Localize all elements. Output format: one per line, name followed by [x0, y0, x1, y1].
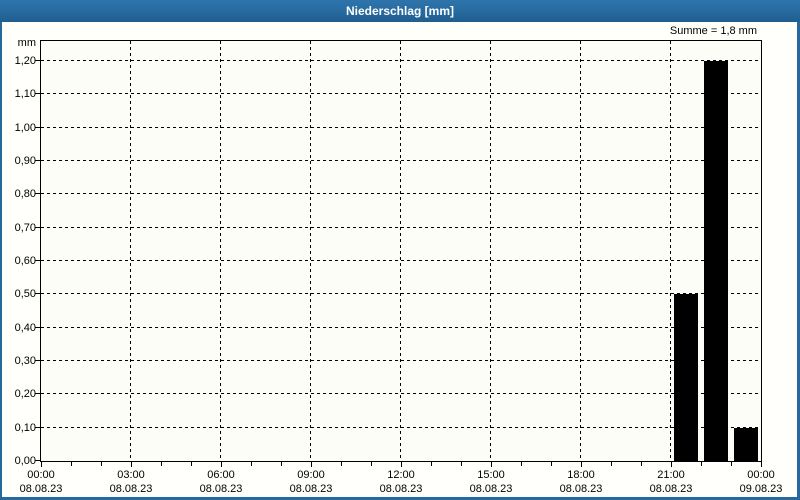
app-window: Niederschlag [mm] Summe = 1,8 mm mm 0,00… [0, 0, 800, 500]
x-tick-time-label: 00:00 [747, 469, 775, 481]
x-axis-tick [311, 462, 312, 467]
window-titlebar: Niederschlag [mm] [0, 0, 800, 22]
x-axis-tick [161, 462, 162, 466]
y-tick-label: 1,10 [14, 88, 36, 100]
y-tick-label: 1,00 [14, 122, 36, 134]
y-gridline [41, 60, 761, 61]
y-gridline [41, 193, 761, 194]
plot-area [40, 40, 762, 462]
x-tick-date-label: 08.08.23 [19, 483, 63, 495]
x-axis-tick [461, 462, 462, 466]
x-axis-tick [41, 462, 42, 467]
x-axis-tick [611, 462, 612, 466]
x-axis-tick [641, 462, 642, 466]
x-axis-tick [491, 462, 492, 467]
y-gridline [41, 93, 761, 94]
y-tick-label: 0,20 [14, 388, 36, 400]
x-axis-tick [101, 462, 102, 466]
x-tick-date-label: 08.08.23 [469, 483, 513, 495]
x-gridline [220, 41, 221, 461]
x-axis-tick [251, 462, 252, 466]
x-gridline [400, 41, 401, 461]
x-axis-tick [761, 462, 762, 467]
x-axis-tick [401, 462, 402, 467]
window-title: Niederschlag [mm] [345, 4, 455, 18]
x-axis-tick [131, 462, 132, 467]
x-axis-tick [551, 462, 552, 466]
x-tick-time-label: 09:00 [297, 469, 325, 481]
x-tick-date-label: 08.08.23 [559, 483, 603, 495]
x-tick-time-label: 21:00 [657, 469, 685, 481]
x-axis-tick [431, 462, 432, 466]
x-axis-tick [671, 462, 672, 467]
y-gridline [41, 227, 761, 228]
y-tick-label: 0,00 [14, 455, 36, 467]
x-tick-time-label: 03:00 [117, 469, 145, 481]
x-axis-tick [191, 462, 192, 466]
y-gridline [41, 127, 761, 128]
x-gridline [310, 41, 311, 461]
x-axis-tick [701, 462, 702, 466]
x-tick-date-label: 08.08.23 [109, 483, 153, 495]
window-border-left [0, 22, 2, 500]
y-tick-label: 0,50 [14, 288, 36, 300]
y-tick-label: 0,10 [14, 422, 36, 434]
x-tick-time-label: 00:00 [27, 469, 55, 481]
x-axis-tick [221, 462, 222, 467]
precip-bar [704, 61, 728, 461]
x-axis-tick [71, 462, 72, 466]
y-axis-unit-label: mm [17, 37, 36, 49]
y-gridline [41, 360, 761, 361]
x-tick-date-label: 08.08.23 [199, 483, 243, 495]
y-gridline [41, 427, 761, 428]
x-tick-time-label: 15:00 [477, 469, 505, 481]
x-tick-date-label: 08.08.23 [379, 483, 423, 495]
y-tick-label: 1,20 [14, 55, 36, 67]
precip-bar [734, 428, 758, 461]
sum-annotation: Summe = 1,8 mm [669, 25, 757, 37]
x-tick-date-label: 08.08.23 [289, 483, 333, 495]
y-gridline [41, 393, 761, 394]
y-gridline [41, 293, 761, 294]
x-tick-time-label: 06:00 [207, 469, 235, 481]
x-gridline [670, 41, 671, 461]
x-axis-tick [731, 462, 732, 466]
y-tick-label: 0,40 [14, 322, 36, 334]
y-tick-label: 0,30 [14, 355, 36, 367]
precip-bar [674, 294, 698, 461]
x-gridline [130, 41, 131, 461]
y-tick-label: 0,90 [14, 155, 36, 167]
y-gridline [41, 327, 761, 328]
x-axis-tick [281, 462, 282, 466]
x-axis-tick [581, 462, 582, 467]
y-tick-label: 0,80 [14, 188, 36, 200]
x-gridline [580, 41, 581, 461]
x-tick-date-label: 08.08.23 [649, 483, 693, 495]
x-tick-time-label: 12:00 [387, 469, 415, 481]
y-gridline [41, 160, 761, 161]
x-axis-tick [521, 462, 522, 466]
x-tick-time-label: 18:00 [567, 469, 595, 481]
y-tick-label: 0,70 [14, 222, 36, 234]
x-gridline [490, 41, 491, 461]
x-axis-tick [371, 462, 372, 466]
y-tick-label: 0,60 [14, 255, 36, 267]
y-gridline [41, 260, 761, 261]
x-tick-date-label: 09.08.23 [739, 483, 783, 495]
x-axis-tick [341, 462, 342, 466]
